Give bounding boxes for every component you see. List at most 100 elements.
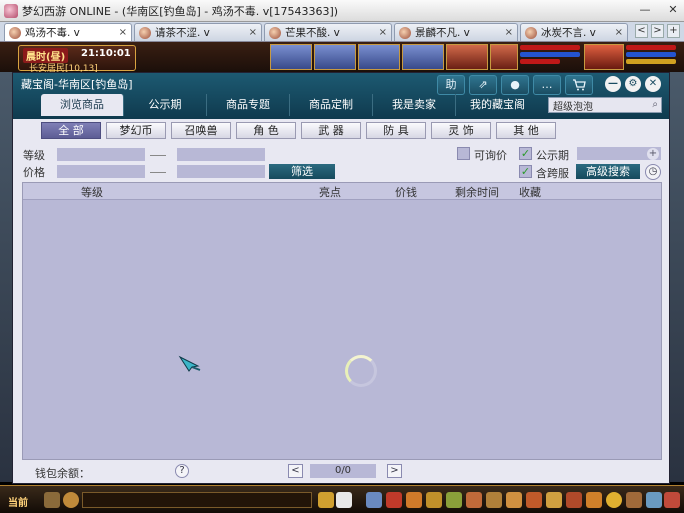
search-icon[interactable]: ⌕ <box>652 99 658 110</box>
team-member-portrait[interactable] <box>446 44 488 70</box>
team-icon[interactable] <box>446 492 462 508</box>
team-member-portrait[interactable] <box>314 44 356 70</box>
filter-button[interactable]: 筛选 <box>269 164 335 179</box>
tab-my-pavilion[interactable]: 我的藏宝阁 <box>456 94 539 116</box>
search-input[interactable] <box>549 98 644 112</box>
client-tab[interactable]: 冰炭不言. v × <box>520 23 628 41</box>
record-icon[interactable]: ● <box>501 75 529 95</box>
level-max-input[interactable] <box>177 148 265 161</box>
next-page-button[interactable]: > <box>387 464 402 478</box>
time-panel: 晨时(昼) 21:10:01 长安居民[10,13] <box>18 45 136 74</box>
level-min-input[interactable] <box>57 148 145 161</box>
category-summon-beast[interactable]: 召唤兽 <box>171 122 231 139</box>
column-price[interactable]: 价钱 <box>395 184 417 200</box>
dialog-toolbar: 助 ⇗ ● … <box>437 75 593 95</box>
item-icon[interactable] <box>386 492 402 508</box>
category-game-coin[interactable]: 梦幻币 <box>106 122 166 139</box>
results-table: 等级 亮点 价钱 剩余时间 收藏 <box>22 182 662 460</box>
character-avatar-icon <box>269 26 281 39</box>
dialog-close-button[interactable]: ✕ <box>645 76 661 92</box>
client-tab[interactable]: 景麟不凡. v × <box>394 23 518 41</box>
price-label: 价格 <box>23 166 45 179</box>
plus-icon[interactable]: + <box>647 148 659 160</box>
help-icon[interactable]: ? <box>175 464 189 478</box>
emoji-icon[interactable] <box>63 492 79 508</box>
tab-next-button[interactable]: > <box>651 24 664 38</box>
tab-prev-button[interactable]: < <box>635 24 648 38</box>
team-member-portrait[interactable] <box>490 44 518 70</box>
character-avatar-icon <box>9 26 21 39</box>
help-icon[interactable]: 助 <box>437 75 465 95</box>
dialog-minimize-button[interactable]: — <box>605 76 621 92</box>
client-tab[interactable]: 鸡汤不毒. v × <box>4 23 132 41</box>
gang-icon[interactable] <box>506 492 522 508</box>
pet-panel-icon[interactable] <box>466 492 482 508</box>
attack-icon[interactable] <box>366 492 382 508</box>
cross-server-checkbox[interactable]: ✓ <box>519 165 532 178</box>
advanced-search-button[interactable]: 高级搜索 <box>576 164 640 179</box>
column-level[interactable]: 等级 <box>81 184 103 200</box>
os-title-bar: 梦幻西游 ONLINE - (华南区[钓鱼岛] - 鸡汤不毒. v[175433… <box>0 0 684 22</box>
add-tab-button[interactable]: + <box>667 24 680 38</box>
tab-close-icon[interactable]: × <box>249 27 257 38</box>
shop-icon[interactable] <box>566 492 582 508</box>
speaker-icon[interactable] <box>318 492 334 508</box>
client-tab[interactable]: 芒果不酸. v × <box>264 23 392 41</box>
player-portrait[interactable] <box>584 44 624 70</box>
category-weapon[interactable]: 武 器 <box>301 122 361 139</box>
category-all[interactable]: 全 部 <box>41 122 101 139</box>
tab-public-period[interactable]: 公示期 <box>124 94 207 116</box>
team-member-portrait[interactable] <box>270 44 312 70</box>
category-character[interactable]: 角 色 <box>236 122 296 139</box>
clock-icon[interactable]: ◷ <box>645 164 661 180</box>
menu-icon[interactable] <box>664 492 680 508</box>
chat-input[interactable] <box>82 492 312 508</box>
category-accessory[interactable]: 灵 饰 <box>431 122 491 139</box>
inquiry-checkbox[interactable] <box>457 147 470 160</box>
action-icon[interactable] <box>586 492 602 508</box>
give-icon[interactable] <box>406 492 422 508</box>
table-header: 等级 亮点 价钱 剩余时间 收藏 <box>23 183 661 200</box>
cart-icon[interactable] <box>565 75 593 95</box>
close-window-button[interactable]: ✕ <box>666 3 680 17</box>
share-icon[interactable]: ⇗ <box>469 75 497 95</box>
trade-icon[interactable] <box>426 492 442 508</box>
tab-close-icon[interactable]: × <box>379 27 387 38</box>
client-tab[interactable]: 请茶不涩. v × <box>134 23 262 41</box>
team-member-portrait[interactable] <box>358 44 400 70</box>
tab-close-icon[interactable]: × <box>505 27 513 38</box>
client-tab-bar: 鸡汤不毒. v × 请茶不涩. v × 芒果不酸. v × 景麟不凡. v × … <box>0 22 684 42</box>
friends-icon[interactable] <box>546 492 562 508</box>
team-portraits <box>270 44 518 70</box>
game-hud: 晨时(昼) 21:10:01 长安居民[10,13] <box>0 42 684 74</box>
fast-icon[interactable] <box>526 492 542 508</box>
column-remaining-time[interactable]: 剩余时间 <box>455 184 499 200</box>
tab-topics[interactable]: 商品专题 <box>207 94 290 116</box>
settings-icon[interactable] <box>646 492 662 508</box>
minimize-window-button[interactable]: — <box>638 3 652 17</box>
chat-channel-button[interactable]: 当前 <box>8 494 28 509</box>
dialog-settings-button[interactable]: ⚙ <box>625 76 641 92</box>
tab-label: 芒果不酸. v <box>285 27 340 39</box>
chat-icon[interactable]: … <box>533 75 561 95</box>
cross-server-label: 含跨服 <box>536 167 569 180</box>
tab-close-icon[interactable]: × <box>119 27 127 38</box>
system-icon[interactable] <box>626 492 642 508</box>
range-separator <box>150 172 166 173</box>
category-other[interactable]: 其 他 <box>496 122 556 139</box>
pet-icon[interactable] <box>336 492 352 508</box>
category-armor[interactable]: 防 具 <box>366 122 426 139</box>
microphone-icon[interactable] <box>44 492 60 508</box>
tab-custom[interactable]: 商品定制 <box>290 94 373 116</box>
smile-icon[interactable] <box>606 492 622 508</box>
tab-seller[interactable]: 我是卖家 <box>373 94 456 116</box>
dialog-title: 藏宝阁-华南区[钓鱼岛] <box>21 78 133 91</box>
tab-browse-goods[interactable]: 浏览商品 <box>41 94 124 116</box>
quest-icon[interactable] <box>486 492 502 508</box>
team-member-portrait[interactable] <box>402 44 444 70</box>
price-min-input[interactable] <box>57 165 145 178</box>
price-max-input[interactable] <box>177 165 265 178</box>
tab-close-icon[interactable]: × <box>615 27 623 38</box>
public-period-checkbox[interactable]: ✓ <box>519 147 532 160</box>
prev-page-button[interactable]: < <box>288 464 303 478</box>
